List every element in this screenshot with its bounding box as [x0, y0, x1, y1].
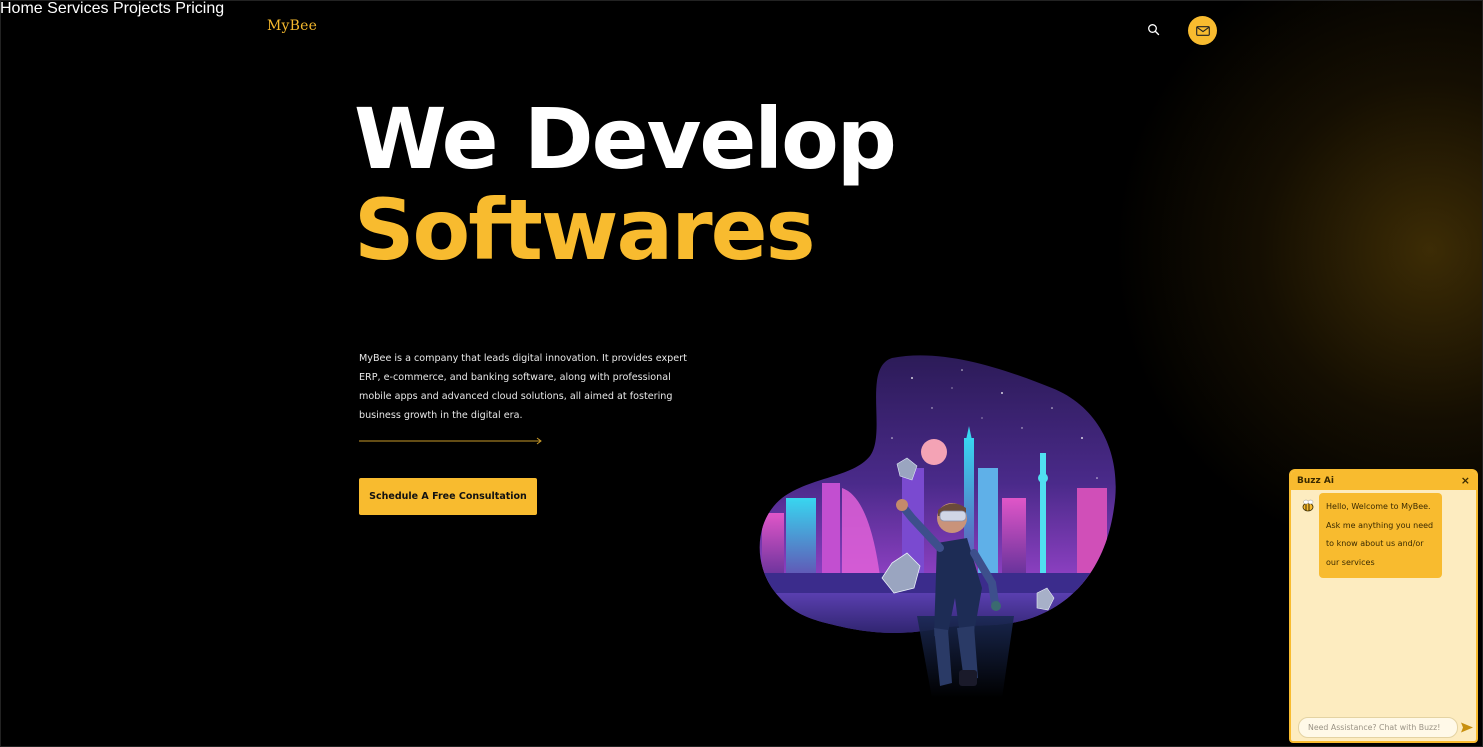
chat-bot-message: Hello, Welcome to MyBee. Ask me anything… — [1319, 493, 1442, 578]
hero-title-line1: We Develop — [354, 90, 897, 188]
schedule-consultation-button[interactable]: Schedule A Free Consultation — [359, 478, 537, 515]
search-icon[interactable] — [1147, 23, 1161, 37]
close-icon[interactable]: × — [1461, 475, 1470, 486]
main-nav: Home Services Projects Pricing — [0, 0, 1483, 18]
chat-input[interactable] — [1298, 717, 1458, 738]
nav-pricing[interactable]: Pricing — [175, 0, 224, 17]
arrow-line-icon — [359, 437, 542, 445]
hero-description: MyBee is a company that leads digital in… — [359, 353, 687, 421]
hero-illustration — [759, 355, 1116, 698]
nav-projects[interactable]: Projects — [113, 0, 171, 17]
brand-logo[interactable]: MyBee — [267, 18, 317, 34]
nav-home[interactable]: Home — [0, 0, 43, 17]
mail-button[interactable] — [1188, 16, 1217, 45]
nav-services[interactable]: Services — [47, 0, 108, 17]
chat-header: Buzz Ai × — [1291, 471, 1476, 490]
hero-title-line2: Softwares — [354, 181, 816, 279]
bee-icon — [1302, 499, 1314, 512]
mail-icon — [1195, 25, 1210, 36]
send-icon[interactable] — [1461, 722, 1473, 733]
chat-widget: Buzz Ai × Hello, Welcome to MyBee. Ask m… — [1289, 469, 1478, 743]
chat-title: Buzz Ai — [1297, 475, 1334, 486]
